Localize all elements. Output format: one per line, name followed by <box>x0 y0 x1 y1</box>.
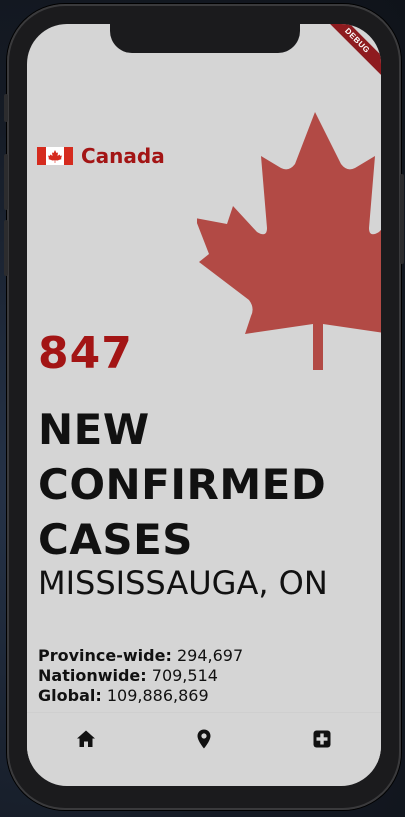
country-header: Canada <box>37 144 165 168</box>
nav-home-button[interactable] <box>74 727 98 751</box>
power-button <box>400 174 404 264</box>
location-pin-icon <box>197 729 211 749</box>
volume-down-button <box>4 220 8 276</box>
headline-line: CASES <box>38 515 194 564</box>
maple-leaf-icon <box>197 112 381 370</box>
device-notch <box>110 24 300 53</box>
province-row: Province-wide: 294,697 <box>38 646 243 666</box>
volume-up-button <box>4 154 8 210</box>
nation-row: Nationwide: 709,514 <box>38 666 243 686</box>
canada-flag-icon <box>37 147 73 165</box>
global-row: Global: 109,886,869 <box>38 686 243 706</box>
province-value: 294,697 <box>176 646 244 665</box>
mute-switch <box>4 94 8 122</box>
home-icon <box>77 730 95 747</box>
case-totals: Province-wide: 294,697 Nationwide: 709,5… <box>38 646 243 706</box>
headline-line: NEW <box>38 405 150 454</box>
province-label: Province-wide: <box>38 646 172 665</box>
country-name: Canada <box>81 144 165 168</box>
nav-medical-button[interactable] <box>310 727 334 751</box>
headline: NEW CONFIRMED CASES <box>38 402 326 567</box>
nation-label: Nationwide: <box>38 666 147 685</box>
global-value: 109,886,869 <box>106 686 209 705</box>
app-screen: DEBUG Canada 847 NEW CONFIRMED CASES MIS… <box>27 24 381 786</box>
location-label: MISSISSAUGA, ON <box>38 564 328 602</box>
nav-location-button[interactable] <box>192 727 216 751</box>
new-cases-count: 847 <box>38 328 133 379</box>
global-label: Global: <box>38 686 102 705</box>
bottom-nav-bar <box>27 712 381 763</box>
headline-line: CONFIRMED <box>38 460 327 509</box>
nation-value: 709,514 <box>151 666 218 685</box>
medical-plus-icon <box>313 730 331 748</box>
